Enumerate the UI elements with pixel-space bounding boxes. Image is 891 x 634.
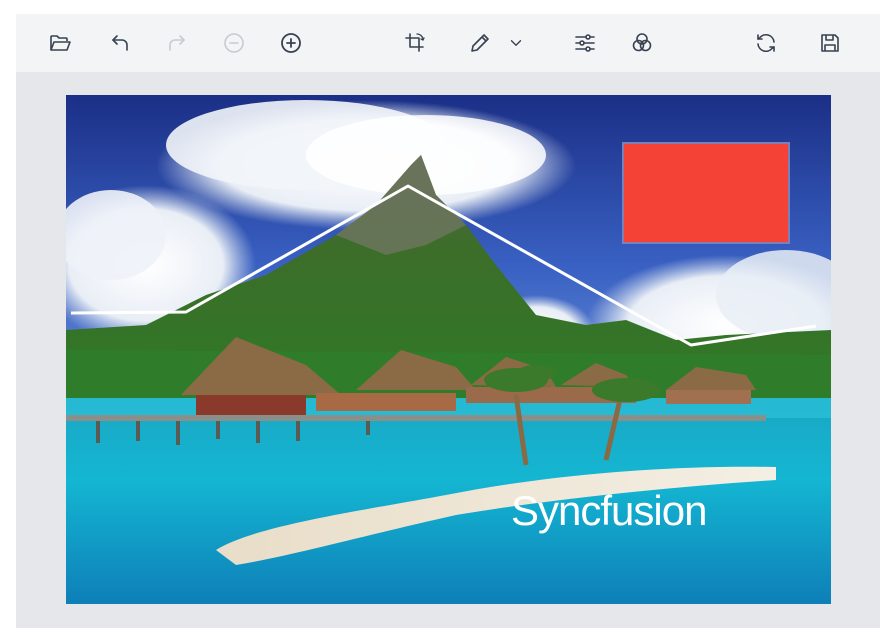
undo-button[interactable] [104, 27, 136, 59]
annotate-button[interactable] [464, 27, 496, 59]
redo-button[interactable] [161, 27, 193, 59]
image-canvas[interactable]: Syncfusion [66, 95, 831, 604]
annotation-rectangle[interactable] [622, 142, 790, 244]
adjust-button[interactable] [569, 27, 601, 59]
canvas-area: Syncfusion [16, 73, 880, 628]
reset-button[interactable] [750, 27, 782, 59]
tropical-island-photo [66, 95, 831, 604]
image-editor: Syncfusion [16, 14, 880, 628]
zoom-in-icon [281, 33, 301, 53]
zoom-in-button[interactable] [275, 27, 307, 59]
filter-button[interactable] [626, 27, 658, 59]
redo-icon [169, 35, 185, 51]
save-icon [821, 34, 839, 52]
annotation-text[interactable]: Syncfusion [511, 487, 707, 535]
crop-button[interactable] [399, 27, 431, 59]
zoom-out-icon [224, 33, 244, 53]
folder-open-icon [50, 35, 71, 51]
save-button[interactable] [814, 27, 846, 59]
undo-icon [112, 35, 128, 51]
sliders-icon [575, 34, 595, 52]
circles-icon [632, 33, 652, 52]
refresh-icon [757, 33, 775, 53]
pencil-icon [471, 34, 489, 52]
annotate-dropdown[interactable] [504, 27, 528, 59]
chevron-down-icon [510, 40, 522, 46]
zoom-out-button[interactable] [218, 27, 250, 59]
open-button[interactable] [44, 27, 76, 59]
toolbar [16, 14, 880, 73]
crop-icon [405, 33, 425, 52]
